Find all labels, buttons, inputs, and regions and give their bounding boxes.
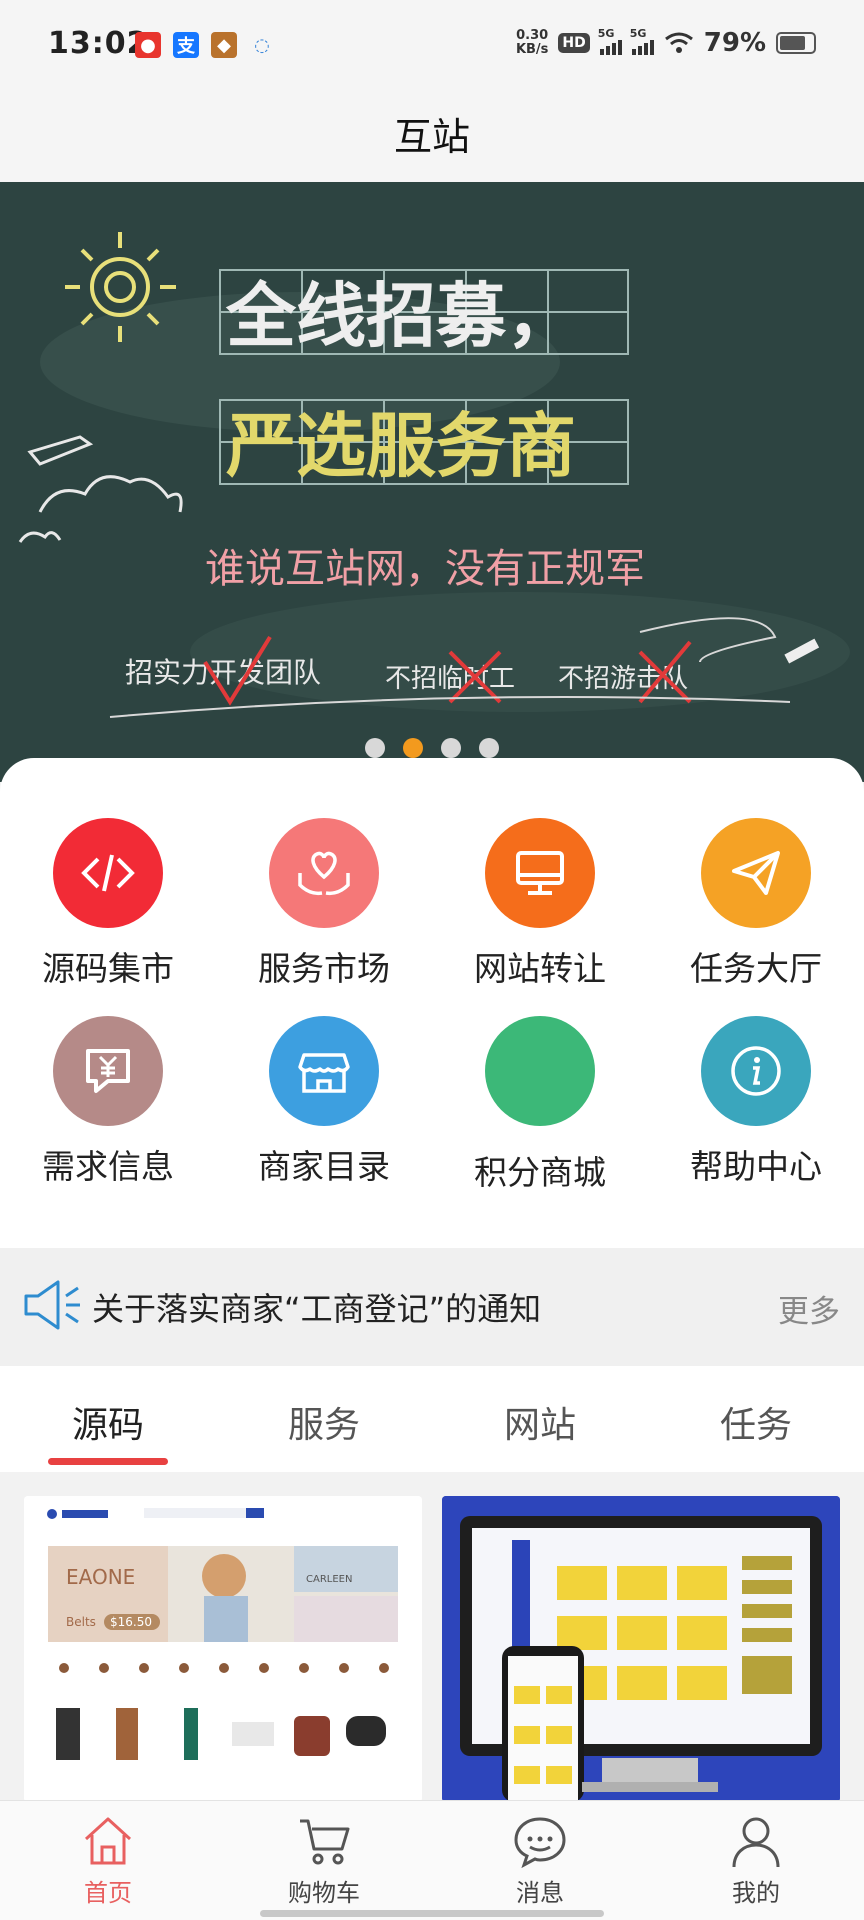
promo-banner[interactable]: 全线招募， 严选服务商 谁说互站网，没有正规军 招实力开发团队 不招临时工 不招… [0, 182, 864, 782]
menu-icon-circle [269, 818, 379, 928]
tab-task[interactable]: 任务 [648, 1396, 864, 1448]
nav-cart[interactable]: 购物车 [216, 1813, 432, 1908]
menu-item-service-market[interactable]: 服务市场 [216, 818, 432, 998]
info-icon [731, 1046, 781, 1096]
notice-text[interactable]: 关于落实商家“工商登记”的通知 [92, 1284, 541, 1330]
nav-home[interactable]: 首页 [0, 1813, 216, 1908]
product-thumb-sub: Belts [66, 1615, 96, 1629]
monitor-icon [516, 851, 564, 895]
heart-hands-icon [298, 851, 350, 896]
store-icon [298, 1053, 350, 1093]
pagination-dot[interactable] [479, 738, 499, 758]
menu-label: 商家目录 [258, 1147, 390, 1186]
product-card[interactable]: EAONE Belts $16.50 CARLEEN [24, 1496, 422, 1802]
nav-profile[interactable]: 我的 [648, 1813, 864, 1908]
game-icon: ◆ [211, 32, 237, 58]
signal-icon: 5G [630, 27, 654, 55]
menu-item-task-hall[interactable]: 任务大厅 [648, 818, 864, 998]
product-thumb-price: $16.50 [110, 1615, 152, 1629]
menu-icon-circle [701, 1016, 811, 1126]
banner-slogan: 谁说互站网，没有正规军 [205, 546, 645, 592]
banner-pagination [0, 738, 864, 758]
menu-label: 积分商城 [474, 1153, 606, 1192]
category-tabs: 源码 服务 网站 任务 [0, 1366, 864, 1472]
hd-icon: HD [558, 33, 590, 53]
battery-icon [776, 32, 816, 54]
cloud-doodle-icon [38, 475, 183, 513]
signal-icon: 5G [598, 27, 622, 55]
product-card[interactable] [442, 1496, 840, 1802]
pagination-dot[interactable] [365, 738, 385, 758]
yuan-chat-icon [86, 1049, 130, 1093]
home-icon [84, 1817, 132, 1865]
menu-icon-circle [485, 1016, 595, 1126]
app-notification-icon: ● [135, 32, 161, 58]
tab-service[interactable]: 服务 [216, 1396, 432, 1448]
nav-label: 购物车 [288, 1879, 360, 1907]
banner-tag-1: 招实力开发团队 [125, 656, 321, 689]
menu-item-help-center[interactable]: 帮助中心 [648, 1016, 864, 1196]
banner-artwork: 全线招募， 严选服务商 谁说互站网，没有正规军 招实力开发团队 不招临时工 不招… [18, 232, 850, 718]
page-title: 互站 [393, 114, 470, 159]
paper-plane-icon [732, 851, 780, 895]
chat-icon [514, 1817, 566, 1869]
menu-icon-circle [53, 1016, 163, 1126]
menu-item-points-mall[interactable]: 积分商城 [432, 1016, 648, 1196]
wifi-icon [664, 32, 693, 53]
menu-icon-circle [269, 1016, 379, 1126]
product-thumb-title: EAONE [66, 1565, 135, 1589]
banner-tag-2: 不招临时工 [385, 664, 515, 694]
product-list: EAONE Belts $16.50 CARLEEN [0, 1472, 864, 1802]
pagination-dot[interactable] [441, 738, 461, 758]
product-thumb-label: CARLEEN [306, 1574, 352, 1585]
tab-source-code[interactable]: 源码 [0, 1396, 216, 1448]
code-icon [81, 854, 135, 892]
banner-headline-2: 严选服务商 [226, 405, 576, 487]
chat-bubble-icon: ◌ [254, 34, 270, 56]
cloud-doodle-icon [18, 531, 62, 543]
menu-item-merchant-directory[interactable]: 商家目录 [216, 1016, 432, 1196]
menu-icon-circle [485, 818, 595, 928]
banner-headline-1: 全线招募， [225, 275, 576, 357]
menu-icon-circle [53, 818, 163, 928]
menu-label: 帮助中心 [690, 1147, 822, 1186]
user-icon [732, 1817, 780, 1868]
menu-label: 源码集市 [42, 949, 174, 988]
nav-messages[interactable]: 消息 [432, 1813, 648, 1908]
pagination-dot[interactable] [403, 738, 423, 758]
menu-item-website-transfer[interactable]: 网站转让 [432, 818, 648, 998]
notice-more-link[interactable]: 更多 [778, 1286, 840, 1331]
menu-icon-circle [701, 818, 811, 928]
cart-icon [300, 1819, 350, 1865]
notice-bar[interactable]: 关于落实商家“工商登记”的通知 更多 [0, 1248, 864, 1366]
menu-label: 网站转让 [474, 949, 606, 988]
status-indicators: 0.30 KB/s HD 5G 5G 79% [515, 27, 816, 58]
menu-label: 服务市场 [258, 949, 390, 988]
active-tab-indicator [48, 1458, 168, 1465]
nav-label: 首页 [84, 1879, 132, 1907]
home-indicator[interactable] [260, 1910, 604, 1917]
nav-label: 消息 [516, 1879, 564, 1907]
alipay-icon: 支 [173, 32, 199, 58]
app-header: 互站 [0, 84, 864, 182]
menu-label: 任务大厅 [690, 949, 822, 988]
menu-item-source-market[interactable]: 源码集市 [0, 818, 216, 998]
menu-item-demand-info[interactable]: 需求信息 [0, 1016, 216, 1196]
menu-label: 需求信息 [42, 1147, 174, 1186]
status-notification-icons: ● 支 ◆ ◌ [135, 32, 275, 58]
plane-doodle-icon [27, 435, 94, 466]
battery-percent: 79% [703, 28, 766, 58]
nav-label: 我的 [732, 1879, 780, 1907]
megaphone-icon [24, 1280, 80, 1330]
product-thumbnail [442, 1496, 840, 1802]
status-time: 13:02 [48, 26, 149, 61]
tab-website[interactable]: 网站 [432, 1396, 648, 1448]
status-bar: 13:02 ● 支 ◆ ◌ 0.30 KB/s HD 5G 5G 79% [0, 0, 864, 84]
product-thumbnail: EAONE Belts $16.50 CARLEEN [24, 1496, 422, 1802]
bottom-navigation: 首页 购物车 消息 我的 [0, 1800, 864, 1920]
network-speed: 0.30 KB/s [515, 28, 549, 57]
quick-menu-card: 源码集市 服务市场 网站转让 任务大厅 需求信息 商家目录 积分商城 帮助中心 [0, 758, 864, 1248]
